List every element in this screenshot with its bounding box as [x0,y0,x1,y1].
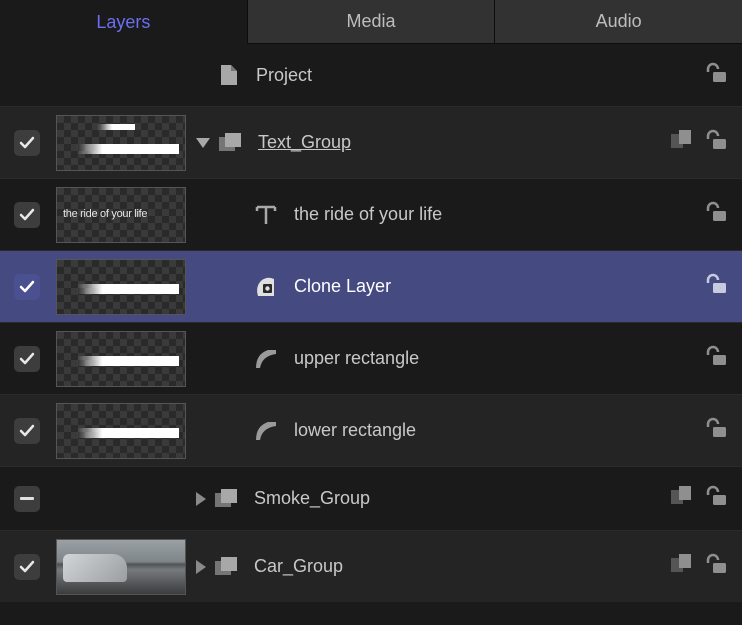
layer-label[interactable]: Clone Layer [294,276,391,297]
layer-label[interactable]: lower rectangle [294,420,416,441]
lock-icon[interactable] [704,201,728,228]
group-icon [214,556,240,578]
mixed-dash-icon [20,497,34,500]
visibility-checkbox[interactable] [14,202,40,228]
tab-layers[interactable]: Layers [0,0,248,44]
document-icon [216,64,242,86]
row-text-group[interactable]: Text_Group [0,106,742,178]
isolate-icon[interactable] [670,129,694,156]
row-lower-rectangle[interactable]: lower rectangle [0,394,742,466]
layer-thumbnail[interactable]: the ride of your life [56,187,186,243]
disclosure-triangle[interactable] [196,492,206,506]
layer-thumbnail[interactable] [56,539,186,595]
tab-media-label: Media [346,11,395,32]
tab-layers-label: Layers [96,12,150,33]
row-upper-rectangle[interactable]: upper rectangle [0,322,742,394]
lock-icon[interactable] [704,129,728,156]
lock-icon[interactable] [704,485,728,512]
layer-thumbnail[interactable] [56,115,186,171]
clone-icon [254,276,280,298]
lock-icon[interactable] [704,417,728,444]
layer-thumbnail[interactable] [56,403,186,459]
row-clone-layer[interactable]: Clone Layer [0,250,742,322]
lock-icon[interactable] [704,345,728,372]
layer-thumbnail[interactable] [56,331,186,387]
shape-icon [254,348,280,370]
group-icon [218,132,244,154]
layer-label[interactable]: the ride of your life [294,204,442,225]
row-car-group[interactable]: Car_Group [0,530,742,602]
disclosure-triangle[interactable] [196,138,210,148]
project-label: Project [256,65,312,86]
row-ride-text[interactable]: the ride of your life the ride of your l… [0,178,742,250]
group-label[interactable]: Text_Group [258,132,351,153]
disclosure-triangle[interactable] [196,560,206,574]
visibility-checkbox[interactable] [14,346,40,372]
row-smoke-group[interactable]: Smoke_Group [0,466,742,530]
row-project[interactable]: Project [0,44,742,106]
group-label[interactable]: Car_Group [254,556,343,577]
visibility-checkbox[interactable] [14,554,40,580]
visibility-checkbox[interactable] [14,274,40,300]
lock-icon[interactable] [704,62,728,89]
lock-icon[interactable] [704,273,728,300]
isolate-icon[interactable] [670,553,694,580]
thumbnail-text-preview: the ride of your life [63,208,147,220]
layer-label[interactable]: upper rectangle [294,348,419,369]
lock-icon[interactable] [704,553,728,580]
group-label[interactable]: Smoke_Group [254,488,370,509]
text-icon [254,204,280,226]
tab-media[interactable]: Media [248,0,496,44]
shape-icon [254,420,280,442]
group-icon [214,488,240,510]
tab-audio[interactable]: Audio [495,0,742,44]
spacer [56,498,186,499]
isolate-icon[interactable] [670,485,694,512]
layer-thumbnail[interactable] [56,259,186,315]
tab-audio-label: Audio [596,11,642,32]
spacer [56,75,186,76]
tab-bar: Layers Media Audio [0,0,742,44]
visibility-checkbox[interactable] [14,418,40,444]
visibility-checkbox[interactable] [14,486,40,512]
visibility-checkbox[interactable] [14,130,40,156]
